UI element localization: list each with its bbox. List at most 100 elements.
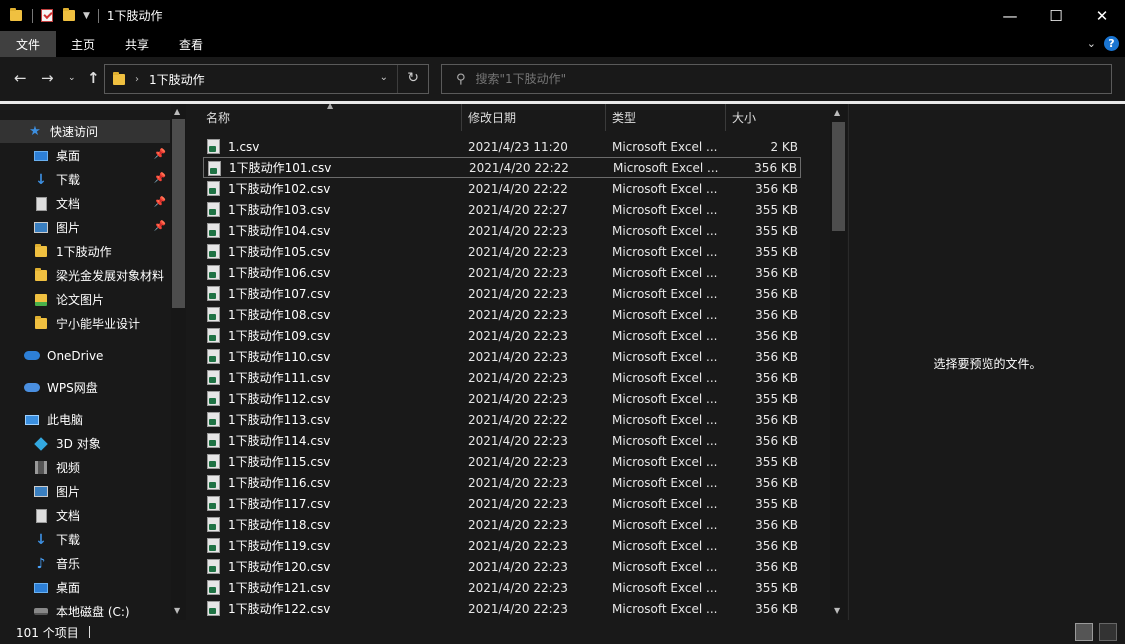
table-row[interactable]: 1下肢动作113.csv 2021/4/20 22:22 Microsoft Exc… [203,409,801,430]
excel-csv-file-icon [207,265,220,280]
table-row[interactable]: 1下肢动作109.csv 2021/4/20 22:23 Microsoft Exc… [203,325,801,346]
folder-icon [33,316,49,332]
refresh-icon[interactable]: ↻ [407,70,419,86]
scroll-up-icon[interactable]: ▲ [834,108,840,117]
table-row[interactable]: 1下肢动作121.csv 2021/4/20 22:23 Microsoft Exc… [203,577,801,598]
scroll-down-icon[interactable]: ▼ [834,606,840,615]
recent-locations-icon[interactable]: ⌄ [68,73,76,83]
table-row[interactable]: 1下肢动作115.csv 2021/4/20 22:23 Microsoft Exc… [203,451,801,472]
breadcrumb-current[interactable]: 1下肢动作 [149,71,205,88]
table-row[interactable]: 1下肢动作116.csv 2021/4/20 22:23 Microsoft Exc… [203,472,801,493]
scroll-down-icon[interactable]: ▼ [174,606,180,615]
table-row[interactable]: 1下肢动作107.csv 2021/4/20 22:23 Microsoft Exc… [203,283,801,304]
sidebar-item-folder-3[interactable]: 论文图片 [0,288,170,311]
column-size[interactable]: 大小 [726,104,806,131]
navigation-pane: ★ 快速访问 桌面 📌 ↓ 下载 📌 文档 📌 图片 📌 1下肢动作 梁光金发展… [0,104,188,620]
sidebar-item-onedrive[interactable]: OneDrive [0,344,170,367]
table-row[interactable]: 1.csv 2021/4/23 11:20 Microsoft Excel ... 2… [203,136,801,157]
search-input[interactable] [475,72,1076,86]
sidebar-item-label: 下载 [56,173,81,187]
tab-share[interactable]: 共享 [110,31,164,57]
maximize-button[interactable]: ☐ [1033,0,1079,31]
sidebar-item-desktop-pc[interactable]: 桌面 [0,576,170,599]
file-date: 2021/4/20 22:23 [468,286,568,301]
table-row[interactable]: 1下肢动作117.csv 2021/4/20 22:23 Microsoft Exc… [203,493,801,514]
table-row[interactable]: 1下肢动作122.csv 2021/4/20 22:23 Microsoft Exc… [203,598,801,619]
table-row[interactable]: 1下肢动作114.csv 2021/4/20 22:23 Microsoft Exc… [203,430,801,451]
address-bar[interactable]: › 1下肢动作 ⌄ ↻ [104,64,429,94]
file-name: 1下肢动作122.csv [228,602,331,616]
sidebar-item-folder-1[interactable]: 1下肢动作 [0,240,170,263]
file-type: Microsoft Excel ... [612,433,718,448]
sidebar-item-videos[interactable]: 视频 [0,456,170,479]
file-name: 1下肢动作110.csv [228,350,331,364]
file-size: 356 KB [755,370,798,385]
file-list-scroll-thumb[interactable] [832,122,845,231]
table-row[interactable]: 1下肢动作105.csv 2021/4/20 22:23 Microsoft Exc… [203,241,801,262]
table-row[interactable]: 1下肢动作106.csv 2021/4/20 22:23 Microsoft Exc… [203,262,801,283]
large-icons-view-icon[interactable] [1099,623,1117,641]
status-divider [88,626,90,638]
address-dropdown-icon[interactable]: ⌄ [380,72,388,83]
sidebar-item-documents[interactable]: 文档 📌 [0,192,170,215]
table-row[interactable]: 1下肢动作118.csv 2021/4/20 22:23 Microsoft Exc… [203,514,801,535]
file-name: 1下肢动作109.csv [228,329,331,343]
close-button[interactable]: ✕ [1079,0,1125,31]
scroll-up-icon[interactable]: ▲ [174,107,180,116]
excel-csv-file-icon [207,412,220,427]
sidebar-item-wps[interactable]: WPS网盘 [0,376,170,399]
file-type: Microsoft Excel ... [612,454,718,469]
sidebar-item-downloads[interactable]: ↓ 下载 📌 [0,168,170,191]
column-type[interactable]: 类型 [606,104,726,131]
new-folder-icon[interactable] [61,8,77,24]
file-size: 356 KB [755,517,798,532]
sidebar-item-folder-2[interactable]: 梁光金发展对象材料 [0,264,170,287]
sidebar-item-this-pc[interactable]: 此电脑 [0,408,170,431]
sidebar-item-label: 本地磁盘 (C:) [56,605,130,619]
tab-home[interactable]: 主页 [56,31,110,57]
sidebar-item-quick-access[interactable]: ★ 快速访问 [0,120,170,143]
table-row[interactable]: 1下肢动作104.csv 2021/4/20 22:23 Microsoft Exc… [203,220,801,241]
sidebar-scroll-thumb[interactable] [172,119,185,308]
up-arrow-icon[interactable]: ↑ [87,69,100,87]
table-row[interactable]: 1下肢动作111.csv 2021/4/20 22:23 Microsoft Exc… [203,367,801,388]
sidebar-item-pictures[interactable]: 图片 📌 [0,216,170,239]
sidebar-item-3d-objects[interactable]: 3D 对象 [0,432,170,455]
table-row[interactable]: 1下肢动作103.csv 2021/4/20 22:27 Microsoft Exc… [203,199,801,220]
minimize-button[interactable]: — [987,0,1033,31]
forward-arrow-icon[interactable]: → [41,69,54,87]
properties-icon[interactable] [39,8,55,24]
table-row[interactable]: 1下肢动作112.csv 2021/4/20 22:23 Microsoft Exc… [203,388,801,409]
search-box[interactable]: ⚲ [441,64,1112,94]
table-row[interactable]: 1下肢动作119.csv 2021/4/20 22:23 Microsoft Exc… [203,535,801,556]
tab-view[interactable]: 查看 [164,31,218,57]
sidebar-item-folder-4[interactable]: 宁小能毕业设计 [0,312,170,335]
help-icon[interactable]: ? [1104,36,1119,51]
file-type: Microsoft Excel ... [612,265,718,280]
sidebar-item-downloads-pc[interactable]: ↓ 下载 [0,528,170,551]
expand-ribbon-icon[interactable]: ⌄ [1087,37,1096,50]
file-list-scrollbar[interactable]: ▲ ▼ [830,104,847,620]
customize-qat-icon[interactable]: ▼ [83,11,90,21]
sidebar-item-desktop[interactable]: 桌面 📌 [0,144,170,167]
file-size: 355 KB [755,223,798,238]
tab-file[interactable]: 文件 [0,31,57,57]
table-row[interactable]: 1下肢动作101.csv 2021/4/20 22:22 Microsoft Exc… [203,157,801,178]
table-row[interactable]: 1下肢动作102.csv 2021/4/20 22:22 Microsoft Exc… [203,178,801,199]
sidebar-item-local-disk[interactable]: 本地磁盘 (C:) [0,600,170,620]
table-row[interactable]: 1下肢动作110.csv 2021/4/20 22:23 Microsoft Exc… [203,346,801,367]
file-date: 2021/4/20 22:23 [468,244,568,259]
column-date[interactable]: 修改日期 [462,104,606,131]
back-arrow-icon[interactable]: ← [14,69,27,87]
details-view-icon[interactable] [1075,623,1093,641]
sidebar-item-music[interactable]: ♪ 音乐 [0,552,170,575]
sidebar-scrollbar[interactable]: ▲ ▼ [171,104,186,620]
column-name[interactable]: 名称 [200,104,462,131]
file-size: 355 KB [755,454,798,469]
excel-csv-file-icon [207,559,220,574]
table-row[interactable]: 1下肢动作120.csv 2021/4/20 22:23 Microsoft Exc… [203,556,801,577]
sidebar-item-documents-pc[interactable]: 文档 [0,504,170,527]
sidebar-item-pictures-pc[interactable]: 图片 [0,480,170,503]
table-row[interactable]: 1下肢动作108.csv 2021/4/20 22:23 Microsoft Exc… [203,304,801,325]
breadcrumb-chevron-icon[interactable]: › [135,74,139,85]
